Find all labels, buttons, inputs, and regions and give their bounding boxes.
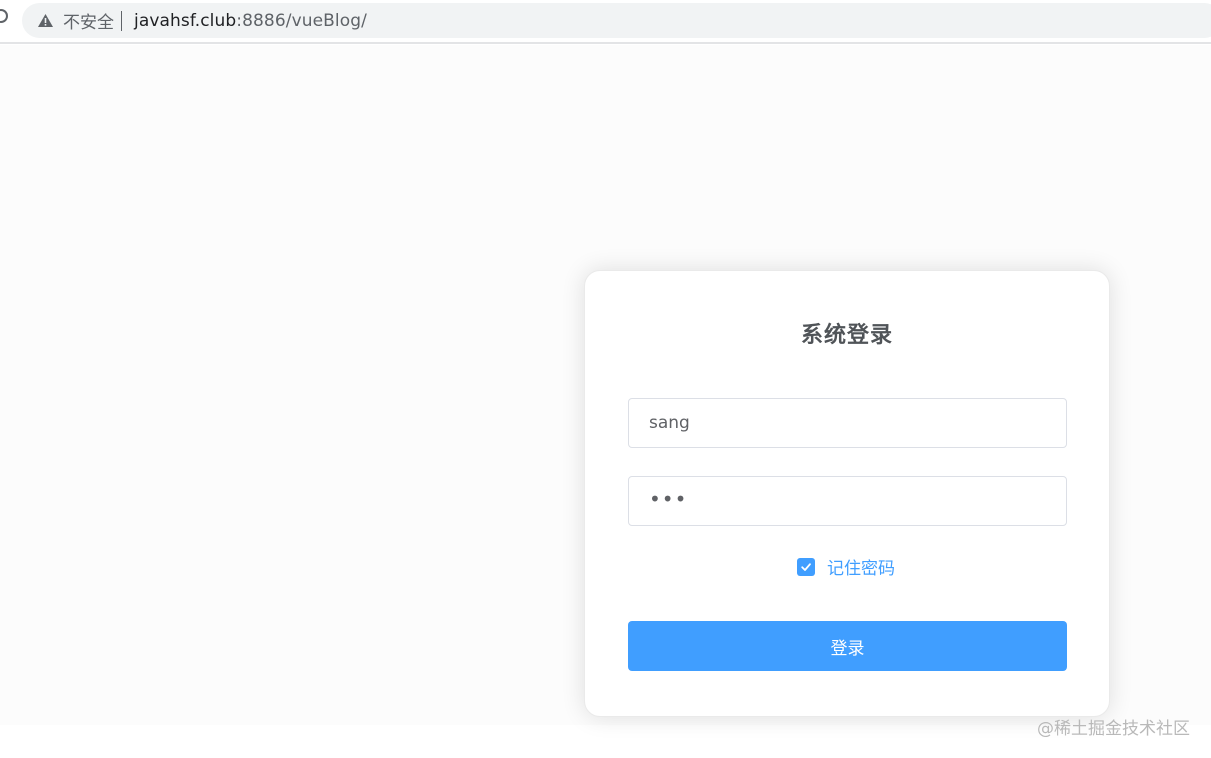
url-path: :8886/vueBlog/: [236, 10, 367, 31]
url-text[interactable]: javahsf.club:8886/vueBlog/: [134, 11, 367, 31]
checkbox-checked-icon[interactable]: [797, 557, 815, 576]
remember-password-checkbox[interactable]: 记住密码: [797, 554, 895, 579]
login-button[interactable]: 登录: [628, 621, 1067, 671]
reload-icon[interactable]: [0, 9, 8, 23]
remember-password-label[interactable]: 记住密码: [827, 554, 895, 579]
username-value: sang: [649, 413, 690, 433]
address-bar[interactable]: 不安全 javahsf.club:8886/vueBlog/: [22, 3, 1211, 38]
watermark-text: @稀土掘金技术社区: [1037, 719, 1190, 739]
login-card: 系统登录 sang ••• 记住密码 登录: [584, 270, 1110, 717]
address-separator: [121, 10, 122, 31]
url-host: javahsf.club: [134, 10, 237, 31]
browser-toolbar: 不安全 javahsf.club:8886/vueBlog/: [0, 0, 1211, 44]
security-status-label[interactable]: 不安全: [63, 8, 114, 33]
password-value: •••: [649, 487, 688, 511]
warning-icon[interactable]: [37, 13, 54, 28]
login-title: 系统登录: [800, 323, 893, 348]
password-input[interactable]: •••: [628, 476, 1067, 526]
username-input[interactable]: sang: [628, 398, 1067, 448]
